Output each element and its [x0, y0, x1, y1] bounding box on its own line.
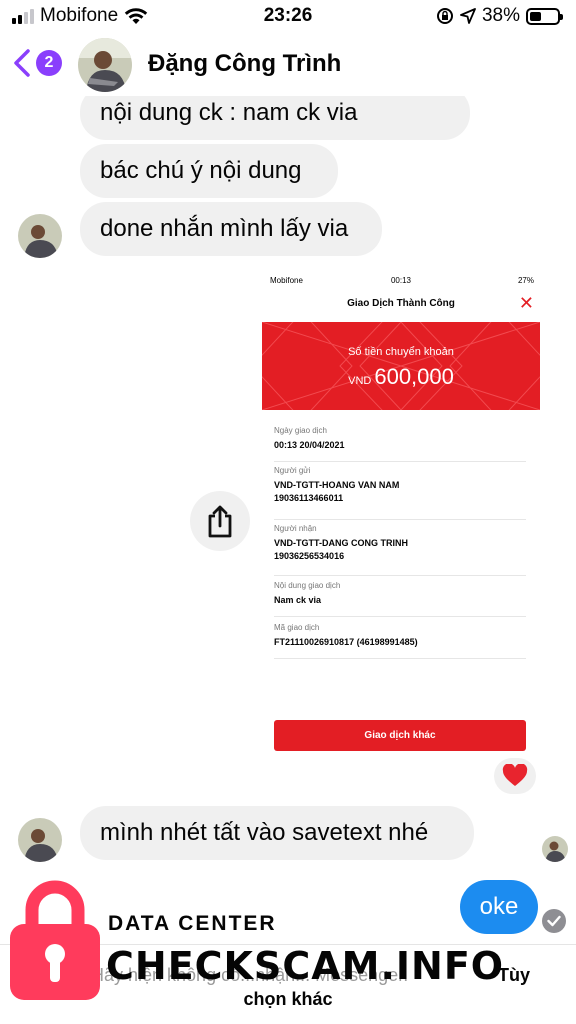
- currency-label: VND: [348, 375, 372, 387]
- battery-icon: [526, 7, 563, 25]
- conversation-header: 2 Đặng Công Trình: [0, 32, 576, 96]
- receipt-field-transaction-id: Mã giao dịch FT21110026910817 (461989914…: [274, 623, 526, 659]
- field-value: 00:13 20/04/2021: [274, 440, 345, 450]
- watermark-title: CHECKSCAM.INFO: [106, 944, 505, 988]
- amount-value: VND 600,000: [262, 364, 540, 390]
- receipt-field-sender: Người gửi VND-TGTT-HOANG VAN NAM 1903611…: [274, 466, 526, 520]
- message-bubble[interactable]: bác chú ý nội dung: [80, 144, 338, 198]
- field-value: VND-TGTT-HOANG VAN NAM: [274, 480, 400, 490]
- battery-percent: 38%: [481, 5, 520, 26]
- receipt-field-content: Nội dung giao dịch Nam ck via: [274, 581, 526, 617]
- another-transaction-button: Giao dịch khác: [274, 720, 526, 751]
- my-message-bubble[interactable]: oke: [460, 880, 538, 934]
- heart-icon: [502, 764, 528, 786]
- back-button[interactable]: 2: [12, 48, 62, 78]
- field-value-account: 19036113466011: [274, 493, 344, 503]
- watermark-subtitle: DATA CENTER: [108, 912, 277, 935]
- heart-reaction[interactable]: [494, 758, 536, 794]
- receipt-field-date: Ngày giao dịch 00:13 20/04/2021: [274, 426, 526, 462]
- contact-avatar-small[interactable]: [18, 214, 62, 258]
- field-label: Ngày giao dịch: [274, 426, 327, 435]
- field-label: Người gửi: [274, 466, 311, 475]
- receipt-battery: 27%: [517, 276, 534, 285]
- chevron-left-icon: [14, 49, 30, 77]
- field-value-account: 19036256534016: [274, 551, 345, 561]
- field-label: Người nhận: [274, 524, 317, 533]
- read-receipt-avatar: [542, 836, 568, 862]
- amount-banner: Số tiền chuyển khoản VND 600,000: [262, 322, 540, 410]
- amount-number: 600,000: [374, 364, 454, 389]
- amount-label: Số tiền chuyển khoản: [348, 346, 454, 358]
- rotation-lock-icon: [436, 8, 453, 24]
- unread-count-badge: 2: [36, 50, 62, 76]
- field-label: Nội dung giao dịch: [274, 581, 341, 590]
- status-right: 38%: [436, 5, 563, 27]
- share-icon: [208, 505, 232, 538]
- lock-icon: [10, 880, 100, 1000]
- status-bar: Mobifone 23:26 38%: [0, 0, 576, 32]
- contact-avatar[interactable]: [78, 38, 132, 92]
- receipt-time: 00:13: [390, 276, 412, 285]
- contact-name[interactable]: Đặng Công Trình: [148, 50, 341, 78]
- field-value: FT21110026910817 (46198991485): [274, 637, 418, 647]
- close-icon: ✕: [518, 293, 534, 313]
- receipt-title: Giao Dịch Thành Công: [347, 298, 455, 309]
- message-bubble[interactable]: done nhắn mình lấy via: [80, 202, 382, 256]
- receipt-image[interactable]: Mobifone 00:13 27% Giao Dịch Thành Công …: [256, 268, 546, 760]
- share-button[interactable]: [190, 491, 250, 551]
- field-value: VND-TGTT-DANG CONG TRINH: [274, 538, 408, 548]
- contact-avatar-small[interactable]: [18, 818, 62, 862]
- field-label: Mã giao dịch: [274, 623, 320, 632]
- message-bubble[interactable]: mình nhét tất vào savetext nhé: [80, 806, 474, 860]
- delivered-check-icon: [542, 909, 566, 933]
- location-arrow-icon: [460, 8, 476, 24]
- receipt-field-recipient: Người nhận VND-TGTT-DANG CONG TRINH 1903…: [274, 524, 526, 576]
- field-value: Nam ck via: [274, 595, 322, 605]
